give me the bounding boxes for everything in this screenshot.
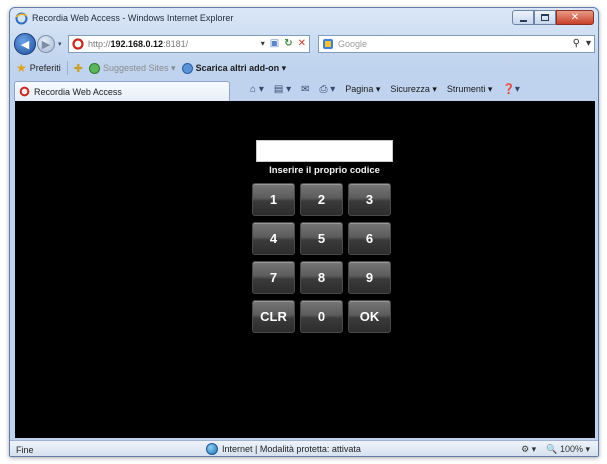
feeds-icon[interactable]: ▤ ▾ [274,84,291,95]
status-bar: Fine Internet | Modalità protetta: attiv… [10,440,598,456]
tab-recordia[interactable]: Recordia Web Access [14,81,230,101]
compatibility-view-icon[interactable]: ▣ [270,37,279,51]
address-url[interactable]: http://192.168.0.12:8181/ [88,39,188,49]
address-bar[interactable]: http://192.168.0.12:8181/ ▾ ▣ ↻ ✕ [68,35,310,53]
stop-icon[interactable]: ✕ [298,37,306,51]
code-prompt: Inserire il proprio codice [269,165,380,176]
browser-window: Recordia Web Access - Windows Internet E… [9,7,599,457]
close-button[interactable]: ✕ [556,10,594,25]
safety-menu[interactable]: Sicurezza ▾ [390,84,437,95]
search-input[interactable]: Google [338,39,367,49]
zone-label: Internet | Modalità protetta: attivata [222,444,361,454]
add-favorite-icon: ✚ [73,62,83,75]
security-zone[interactable]: Internet | Modalità protetta: attivata [206,443,361,455]
search-box[interactable]: Google ⚲ ▾ [318,35,595,53]
addons-icon [181,62,193,74]
favorites-bar: ★ Preferiti ✚ Suggested Sites ▾ Scarica … [10,58,598,78]
address-dropdown-icon[interactable]: ▾ [261,37,265,51]
maximize-icon [541,14,549,21]
clear-button[interactable]: CLR [252,300,295,333]
key-0[interactable]: 0 [300,300,343,333]
settings-icon[interactable]: ⚙ ▾ [521,444,536,455]
favorites-star-icon: ★ [16,61,27,75]
status-tools: ⚙ ▾ 🔍 100% ▾ [521,444,590,455]
window-title: Recordia Web Access - Windows Internet E… [32,13,234,23]
maximize-button[interactable] [534,10,556,25]
home-icon[interactable]: ⌂ ▾ [250,84,264,95]
navigation-bar: ◀ ▶ ▾ http://192.168.0.12:8181/ ▾ ▣ ↻ ✕ … [10,31,598,57]
close-icon: ✕ [570,11,580,23]
minimize-icon [519,19,527,22]
site-icon [19,86,30,97]
key-5[interactable]: 5 [300,222,343,255]
help-icon[interactable]: ❓▾ [502,84,519,95]
add-favorite-button[interactable]: ✚ [74,62,83,75]
key-8[interactable]: 8 [300,261,343,294]
suggested-sites-label: Suggested Sites ▾ [103,62,176,73]
zoom-level: 100% [559,444,583,454]
tools-menu[interactable]: Strumenti ▾ [447,84,493,95]
key-4[interactable]: 4 [252,222,295,255]
site-icon [72,38,84,50]
separator [66,61,68,75]
window-controls: ✕ [512,10,594,26]
back-arrow-icon: ◀ [20,38,30,51]
back-button[interactable]: ◀ [14,33,36,55]
key-6[interactable]: 6 [348,222,391,255]
ok-button[interactable]: OK [348,300,391,333]
address-tools: ▾ ▣ ↻ ✕ [261,37,306,51]
recent-pages-dropdown[interactable]: ▾ [58,40,62,48]
mail-icon[interactable]: ✉ [301,84,309,95]
command-bar: Recordia Web Access ⌂ ▾ ▤ ▾ ✉ ⎙ ▾ Pagina… [10,79,598,101]
key-1[interactable]: 1 [252,183,295,216]
code-input[interactable] [256,140,393,162]
addons-label: Scarica altri add-on ▾ [195,62,287,73]
print-icon[interactable]: ⎙ ▾ [319,84,335,95]
minimize-button[interactable] [512,10,534,25]
suggested-sites-icon [89,62,100,74]
key-3[interactable]: 3 [348,183,391,216]
search-icon[interactable]: ⚲ [573,37,580,51]
globe-icon [206,443,218,455]
ie-logo-icon [15,12,28,25]
forward-button[interactable]: ▶ [37,35,55,53]
key-9[interactable]: 9 [348,261,391,294]
command-buttons: ⌂ ▾ ▤ ▾ ✉ ⎙ ▾ Pagina ▾ Sicurezza ▾ Strum… [250,84,520,95]
search-tools: ⚲ ▾ [573,37,591,51]
google-logo-icon [323,39,333,49]
zoom-control[interactable]: 🔍 100% ▾ [546,444,590,455]
key-2[interactable]: 2 [300,183,343,216]
page-menu[interactable]: Pagina ▾ [345,84,380,95]
status-text: Fine [16,444,34,455]
suggested-sites-link[interactable]: Suggested Sites ▾ [89,62,176,74]
zoom-icon: 🔍 [546,444,558,454]
get-addons-link[interactable]: Scarica altri add-on ▾ [181,62,287,74]
favorites-label: Preferiti [29,63,61,73]
title-bar: Recordia Web Access - Windows Internet E… [10,8,598,30]
tab-label: Recordia Web Access [34,86,122,97]
search-options-dropdown-icon[interactable]: ▾ [586,37,591,51]
key-7[interactable]: 7 [252,261,295,294]
keypad: 1 2 3 4 5 6 7 8 9 CLR 0 OK [252,183,397,333]
refresh-icon[interactable]: ↻ [284,37,292,51]
forward-arrow-icon: ▶ [41,38,51,51]
page-content: Inserire il proprio codice 1 2 3 4 5 6 7… [15,101,595,438]
favorites-button[interactable]: ★ Preferiti [16,62,61,74]
